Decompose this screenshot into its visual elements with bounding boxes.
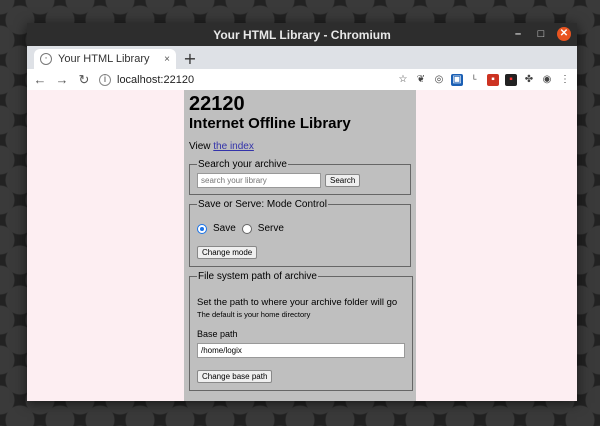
serve-radio-label: Serve [257, 223, 284, 234]
extension-2-icon[interactable]: ◎ [433, 74, 445, 86]
path-fieldset: File system path of archive Set the path… [189, 271, 413, 391]
search-fieldset: Search your archive Search [189, 159, 411, 195]
menu-kebab-icon[interactable]: ⋮ [559, 74, 571, 86]
tab-title: Your HTML Library [58, 53, 150, 65]
base-path-input[interactable] [197, 343, 405, 358]
profile-icon[interactable]: ◉ [541, 74, 553, 86]
extensions-area: ☆ ❦ ◎ ▣ ᴸ ▪ ▪ ✤ ◉ ⋮ [397, 73, 571, 86]
minimize-icon[interactable]: – [511, 28, 525, 40]
save-radio[interactable] [197, 223, 207, 234]
browser-toolbar: ← → ↻ i localhost:22120 ☆ ❦ ◎ ▣ ᴸ ▪ ▪ ✤ … [27, 69, 577, 91]
back-icon[interactable]: ← [33, 72, 47, 87]
info-icon[interactable]: i [99, 73, 111, 86]
search-button[interactable]: Search [325, 174, 361, 187]
maximize-icon[interactable]: □ [534, 28, 548, 40]
tab-strip: ◦ Your HTML Library × + [27, 46, 577, 69]
mode-fieldset: Save or Serve: Mode Control Save Serve C… [189, 199, 411, 267]
bookmark-star-icon[interactable]: ☆ [397, 74, 409, 86]
mode-legend: Save or Serve: Mode Control [198, 199, 327, 210]
path-default-note: The default is your home directory [197, 310, 311, 319]
page-subtitle: Internet Offline Library [189, 115, 351, 132]
new-tab-button[interactable]: + [180, 49, 200, 69]
browser-window: Your HTML Library - Chromium – □ ✕ ◦ You… [27, 23, 577, 401]
extensions-puzzle-icon[interactable]: ✤ [523, 74, 535, 86]
window-controls: – □ ✕ [511, 27, 571, 41]
close-window-icon[interactable]: ✕ [557, 27, 571, 41]
view-index-line: View the index [189, 141, 411, 152]
tab-library[interactable]: ◦ Your HTML Library × [34, 49, 176, 69]
reload-icon[interactable]: ↻ [77, 72, 91, 88]
extension-3-icon[interactable]: ▣ [451, 73, 463, 86]
address-bar[interactable]: i localhost:22120 [99, 71, 389, 89]
view-prefix: View [189, 141, 214, 152]
url-text: localhost:22120 [117, 73, 195, 86]
change-mode-button[interactable]: Change mode [197, 246, 258, 259]
extension-1-icon[interactable]: ❦ [415, 74, 427, 86]
save-radio-label: Save [213, 223, 236, 234]
tab-close-icon[interactable]: × [164, 54, 170, 65]
extension-5-icon[interactable]: ▪ [487, 73, 499, 86]
forward-icon[interactable]: → [55, 72, 69, 87]
window-titlebar: Your HTML Library - Chromium – □ ✕ [27, 23, 577, 46]
serve-radio[interactable] [241, 223, 252, 234]
search-input[interactable] [197, 173, 321, 188]
window-title: Your HTML Library - Chromium [213, 27, 391, 42]
extension-6-icon[interactable]: ▪ [505, 73, 517, 86]
search-legend: Search your archive [198, 159, 287, 170]
globe-icon: ◦ [40, 53, 52, 65]
change-base-path-button[interactable]: Change base path [197, 370, 273, 383]
extension-4-icon[interactable]: ᴸ [469, 74, 481, 86]
page-viewport: 22120 Internet Offline Library View the … [27, 90, 577, 401]
path-legend: File system path of archive [198, 271, 317, 282]
base-path-label: Base path [197, 329, 238, 339]
mode-radio-group: Save Serve [197, 223, 403, 234]
page-content: 22120 Internet Offline Library View the … [184, 90, 416, 401]
path-description: Set the path to where your archive folde… [197, 297, 398, 308]
page-title: 22120 [189, 93, 245, 115]
index-link[interactable]: the index [213, 141, 254, 152]
search-row: Search [197, 173, 403, 188]
